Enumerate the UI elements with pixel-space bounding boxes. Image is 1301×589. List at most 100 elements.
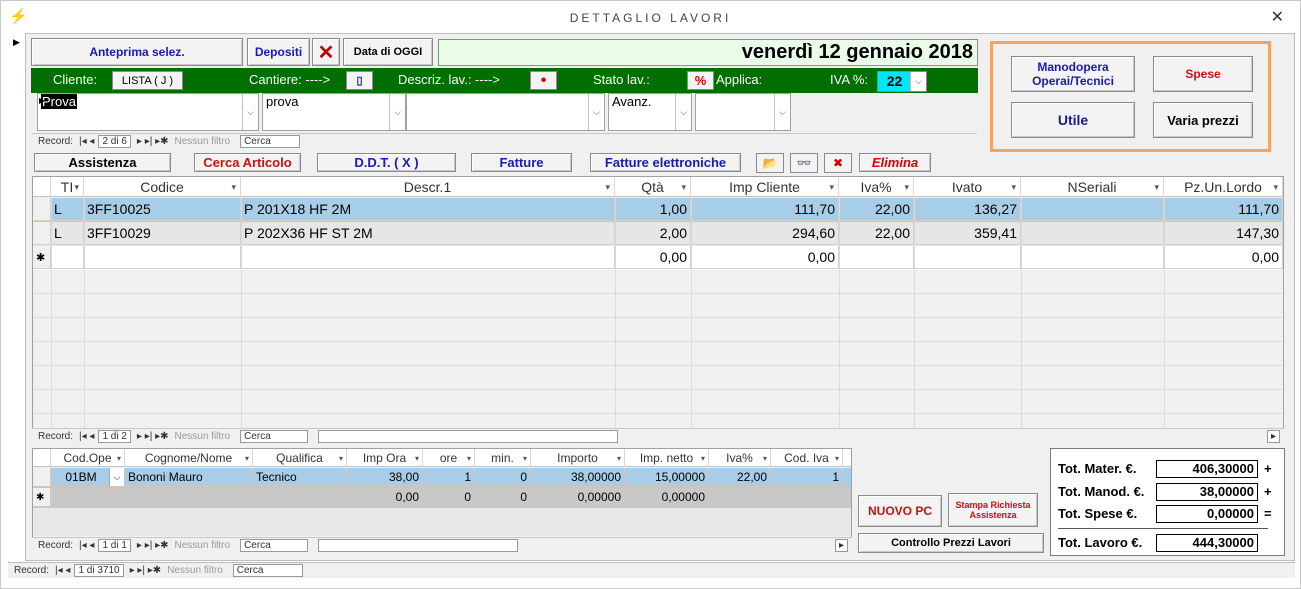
cell-descr[interactable] [241, 246, 615, 269]
manodopera-button[interactable]: Manodopera Operai/Tecnici [1011, 56, 1135, 92]
nav-first-icon[interactable]: |◂ ◂ [79, 136, 94, 147]
col-descr1[interactable]: Descr.1 ▾ [241, 177, 615, 197]
cell-importo[interactable]: 0,00000 [531, 488, 625, 507]
col-cognome-nome[interactable]: Cognome/Nome ▾ [125, 449, 253, 467]
col-iva[interactable]: Iva% ▾ [839, 177, 914, 197]
col-qta[interactable]: Qtà ▾ [615, 177, 691, 197]
nav-position[interactable]: 2 di 6 [98, 135, 131, 148]
cell-ti[interactable]: L [51, 222, 84, 245]
chevron-down-icon[interactable]: ⌵ [109, 468, 124, 486]
col-qualifica[interactable]: Qualifica ▾ [253, 449, 347, 467]
varia-prezzi-button[interactable]: Varia prezzi [1153, 102, 1253, 138]
cell-imp-netto[interactable]: 0,00000 [625, 488, 709, 507]
nav-first-icon[interactable]: |◂ ◂ [79, 540, 94, 551]
row-selector[interactable] [33, 468, 51, 487]
nav-search[interactable]: Cerca [240, 539, 309, 552]
cantiere-button[interactable]: ▯ [346, 71, 373, 90]
nav-first-icon[interactable]: |◂ ◂ [55, 565, 70, 576]
assistenza-button[interactable]: Assistenza [34, 153, 171, 172]
nav-search[interactable]: Cerca [232, 564, 303, 577]
cell-qta[interactable]: 2,00 [615, 222, 691, 245]
table-row-new[interactable]: ✱ 0,00 0,00 0,00 [33, 246, 1283, 270]
cell-cod-ope[interactable] [51, 488, 125, 507]
cell-iva[interactable]: 22,00 [839, 198, 914, 221]
row-selector[interactable] [33, 198, 51, 221]
col-cod-ope[interactable]: Cod.Ope ▾ [51, 449, 125, 467]
cell-imp-ora[interactable]: 38,00 [347, 468, 423, 487]
elimina-button[interactable]: Elimina [859, 153, 931, 172]
controllo-prezzi-button[interactable]: Controllo Prezzi Lavori [858, 533, 1044, 553]
table-row-new[interactable]: ✱ 0,00 0 0 0,00000 0,00000 [33, 488, 851, 508]
cell-ivato[interactable]: 136,27 [914, 198, 1021, 221]
stampa-richiesta-button[interactable]: Stampa Richiesta Assistenza [948, 493, 1038, 527]
today-button[interactable]: Data di OGGI [343, 38, 433, 66]
nav-position[interactable]: 1 di 1 [98, 539, 131, 552]
record-selector[interactable]: ▶ [8, 33, 26, 561]
cerca-articolo-button[interactable]: Cerca Articolo [194, 153, 301, 172]
col-pz-un-lordo[interactable]: Pz.Un.Lordo ▾ [1164, 177, 1283, 197]
chevron-down-icon[interactable]: ⌵ [389, 94, 405, 130]
preview-button[interactable]: Anteprima selez. [31, 38, 243, 66]
cell-nseriali[interactable] [1021, 198, 1164, 221]
table-row[interactable]: L 3FF10029 P 202X36 HF ST 2M 2,00 294,60… [33, 222, 1283, 246]
col-imp-cliente[interactable]: Imp Cliente ▾ [691, 177, 839, 197]
nav-next-icon[interactable]: ▸ ▸| ▸✱ [137, 540, 169, 551]
nav-search[interactable]: Cerca [240, 430, 309, 443]
cell-descr[interactable]: P 201X18 HF 2M [241, 198, 615, 221]
cell-cod-ope[interactable]: 01BM ⌵ [51, 468, 125, 487]
applica-field[interactable]: ⌵ [695, 93, 791, 131]
cell-ti[interactable]: L [51, 198, 84, 221]
cell-ti[interactable] [51, 246, 84, 269]
cell-qualifica[interactable]: Tecnico [253, 468, 347, 487]
scroll-right-icon[interactable]: ▸ [1266, 430, 1280, 443]
nav-next-icon[interactable]: ▸ ▸| ▸✱ [137, 136, 169, 147]
chevron-down-icon[interactable]: ⌵ [588, 94, 604, 130]
descriz-field[interactable]: ⌵ [406, 93, 605, 131]
row-selector[interactable] [33, 222, 51, 245]
cell-imp-cliente[interactable]: 294,60 [691, 222, 839, 245]
cell-cognome-nome[interactable]: Bononi Mauro [125, 468, 253, 487]
table-row[interactable]: 01BM ⌵ Bononi Mauro Tecnico 38,00 1 0 38… [33, 468, 851, 488]
cell-iva[interactable] [709, 488, 771, 507]
cell-iva[interactable] [839, 246, 914, 269]
cell-cod-iva[interactable] [771, 488, 843, 507]
cell-descr[interactable]: P 202X36 HF ST 2M [241, 222, 615, 245]
cell-ivato[interactable] [914, 246, 1021, 269]
cell-pz-un-lordo[interactable]: 0,00 [1164, 246, 1283, 269]
iva-select[interactable]: 22 ⌵ [877, 71, 927, 92]
folder-open-icon[interactable]: 📂 [756, 153, 784, 173]
scroll-right-icon[interactable]: ▸ [834, 539, 848, 552]
cantiere-field[interactable]: prova ⌵ [262, 93, 406, 131]
cell-importo[interactable]: 38,00000 [531, 468, 625, 487]
col-cod-iva[interactable]: Cod. Iva ▾ [771, 449, 843, 467]
cell-ore[interactable]: 0 [423, 488, 475, 507]
cell-pz-un-lordo[interactable]: 111,70 [1164, 198, 1283, 221]
chevron-down-icon[interactable]: ⌵ [774, 94, 790, 130]
cell-imp-cliente[interactable]: 0,00 [691, 246, 839, 269]
fatture-button[interactable]: Fatture [471, 153, 572, 172]
fatture-elettroniche-button[interactable]: Fatture elettroniche [590, 153, 741, 172]
col-iva[interactable]: Iva% ▾ [709, 449, 771, 467]
stato-button[interactable]: % [687, 71, 714, 90]
cell-iva[interactable]: 22,00 [709, 468, 771, 487]
cell-imp-ora[interactable]: 0,00 [347, 488, 423, 507]
nuovo-pc-button[interactable]: NUOVO PC [858, 495, 942, 527]
cell-cognome-nome[interactable] [125, 488, 253, 507]
cell-min[interactable]: 0 [475, 488, 531, 507]
cell-codice[interactable] [84, 246, 241, 269]
chevron-down-icon[interactable]: ⌵ [910, 72, 926, 91]
nav-next-icon[interactable]: ▸ ▸| ▸✱ [137, 431, 169, 442]
ddt-button[interactable]: D.D.T. ( X ) [317, 153, 456, 172]
cell-pz-un-lordo[interactable]: 147,30 [1164, 222, 1283, 245]
deposits-button[interactable]: Depositi [247, 38, 310, 66]
nav-search[interactable]: Cerca [240, 135, 301, 148]
cell-imp-netto[interactable]: 15,00000 [625, 468, 709, 487]
chevron-down-icon[interactable]: ⌵ [242, 94, 258, 130]
horizontal-scrollbar[interactable] [318, 430, 619, 443]
col-min[interactable]: min. ▾ [475, 449, 531, 467]
utile-button[interactable]: Utile [1011, 102, 1135, 138]
horizontal-scrollbar[interactable] [318, 539, 519, 552]
col-nseriali[interactable]: NSeriali ▾ [1021, 177, 1164, 197]
cell-qta[interactable]: 0,00 [615, 246, 691, 269]
nav-filter[interactable]: Nessun filtro [175, 136, 231, 147]
